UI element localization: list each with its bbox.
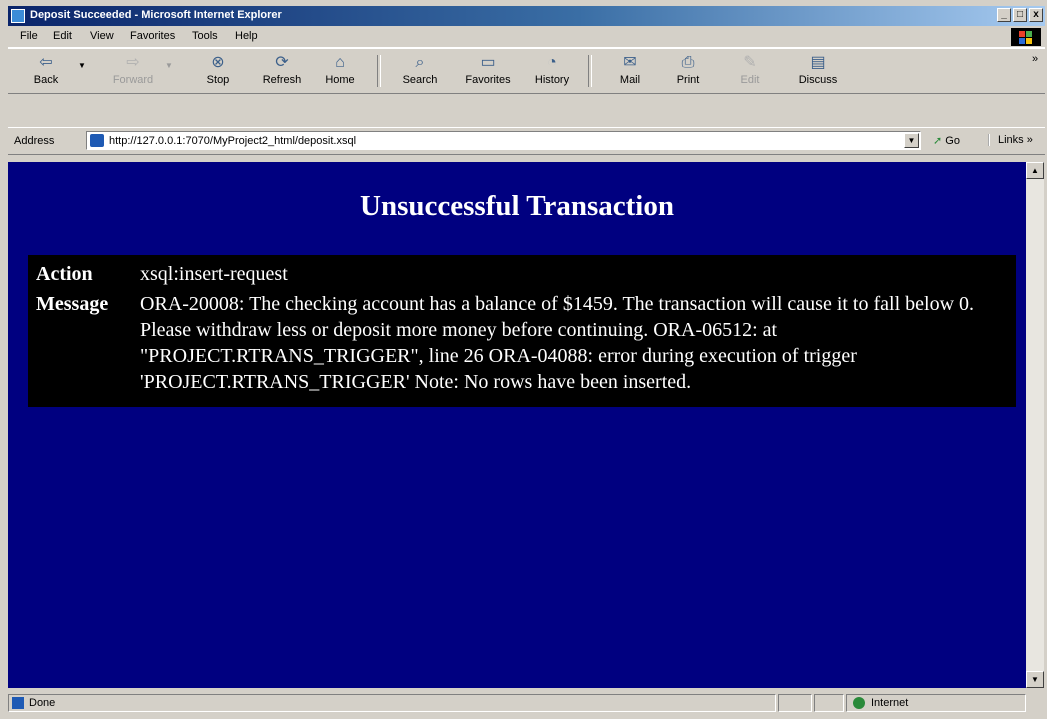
edit-icon: ✎	[743, 54, 757, 71]
row-value: ORA-20008: The checking account has a ba…	[140, 293, 975, 393]
edit-button: ✎ Edit	[720, 51, 780, 91]
status-text: Done	[29, 697, 56, 709]
standard-toolbar: ⇦ Back ▼ ⇨ Forward ▼ ⊗ Stop ⟳ Refresh ⌂ …	[8, 48, 1045, 94]
discuss-button[interactable]: ▤ Discuss	[788, 51, 848, 91]
globe-icon	[853, 697, 865, 709]
row-value: xsql:insert-request	[140, 263, 288, 285]
address-input[interactable]: http://127.0.0.1:7070/MyProject2_html/de…	[86, 131, 921, 150]
mail-icon: ✉	[623, 54, 637, 71]
status-bar: Done Internet	[8, 692, 1045, 714]
page-done-icon	[12, 697, 24, 709]
toolbar-separator	[588, 55, 592, 87]
back-button[interactable]: ⇦ Back	[16, 51, 76, 91]
home-icon: ⌂	[335, 54, 345, 71]
mail-button[interactable]: ✉ Mail	[600, 51, 660, 91]
refresh-button[interactable]: ⟳ Refresh	[252, 51, 312, 91]
refresh-icon: ⟳	[275, 54, 289, 71]
forward-dropdown-icon: ▼	[165, 61, 173, 70]
stop-button[interactable]: ⊗ Stop	[188, 51, 248, 91]
menu-view[interactable]: View	[90, 30, 114, 42]
scroll-up-icon[interactable]: ▲	[1026, 162, 1044, 179]
status-panel	[814, 694, 844, 712]
ie-icon	[11, 9, 25, 23]
maximize-button[interactable]: □	[1013, 8, 1027, 22]
page-icon	[90, 134, 104, 147]
address-dropdown-icon[interactable]: ▼	[904, 133, 919, 148]
links-button[interactable]: Links »	[988, 134, 1033, 146]
back-dropdown-icon[interactable]: ▼	[78, 61, 86, 70]
title-bar: Deposit Succeeded - Microsoft Internet E…	[8, 6, 1045, 26]
stop-label: Stop	[206, 74, 230, 86]
address-bar: Address http://127.0.0.1:7070/MyProject2…	[8, 127, 1045, 155]
search-label: Search	[402, 74, 438, 86]
table-row: Action xsql:insert-request	[36, 261, 1008, 287]
row-label: Action	[36, 263, 93, 285]
close-button[interactable]: x	[1029, 8, 1043, 22]
menu-favorites[interactable]: Favorites	[130, 30, 175, 42]
zone-label: Internet	[871, 697, 909, 709]
toolbar-overflow-icon[interactable]: »	[1032, 53, 1038, 65]
security-zone: Internet	[846, 694, 1026, 712]
print-label: Print	[676, 74, 700, 86]
result-table: Action xsql:insert-request Message ORA-2…	[28, 255, 1016, 407]
edit-label: Edit	[740, 74, 760, 86]
refresh-label: Refresh	[262, 74, 302, 86]
search-button[interactable]: ⌕ Search	[390, 51, 450, 91]
vertical-scrollbar[interactable]: ▲ ▼	[1026, 162, 1044, 688]
back-label: Back	[33, 74, 59, 86]
menu-help[interactable]: Help	[235, 30, 258, 42]
go-arrow-icon: ➚	[933, 135, 943, 147]
search-icon: ⌕	[415, 54, 425, 71]
print-button[interactable]: ⎙ Print	[658, 51, 718, 91]
home-label: Home	[325, 74, 355, 86]
window-title: Deposit Succeeded - Microsoft Internet E…	[30, 9, 282, 21]
discuss-icon: ▤	[810, 54, 826, 71]
mail-label: Mail	[619, 74, 641, 86]
address-url: http://127.0.0.1:7070/MyProject2_html/de…	[109, 135, 357, 147]
menu-bar: File Edit View Favorites Tools Help	[8, 27, 1045, 48]
page-heading: Unsuccessful Transaction	[360, 190, 674, 222]
back-arrow-icon: ⇦	[39, 54, 53, 71]
history-button[interactable]: ◔ History	[522, 51, 582, 91]
print-icon: ⎙	[681, 54, 695, 71]
favorites-button[interactable]: ▭ Favorites	[458, 51, 518, 91]
forward-button: ⇨ Forward	[103, 51, 163, 91]
windows-logo-icon	[1011, 28, 1041, 46]
menu-tools[interactable]: Tools	[192, 30, 218, 42]
stop-icon: ⊗	[211, 54, 225, 71]
minimize-button[interactable]: _	[997, 8, 1011, 22]
favorites-label: Favorites	[465, 74, 511, 86]
row-label: Message	[36, 293, 109, 315]
history-label: History	[534, 74, 570, 86]
table-row: Message ORA-20008: The checking account …	[36, 291, 1008, 395]
status-panel	[778, 694, 812, 712]
scroll-down-icon[interactable]: ▼	[1026, 671, 1044, 688]
address-label: Address	[14, 135, 55, 147]
go-button[interactable]: ➚ Go	[933, 134, 960, 147]
discuss-label: Discuss	[798, 74, 838, 86]
history-icon: ◔	[547, 54, 557, 71]
page-content: Unsuccessful Transaction Action xsql:ins…	[8, 162, 1026, 688]
forward-label: Forward	[112, 74, 154, 86]
browser-window: Deposit Succeeded - Microsoft Internet E…	[0, 0, 1047, 719]
status-text-panel: Done	[8, 694, 776, 712]
menu-edit[interactable]: Edit	[53, 30, 72, 42]
menu-file[interactable]: File	[20, 30, 38, 42]
favorites-icon: ▭	[480, 54, 496, 71]
go-label: Go	[945, 135, 960, 147]
home-button[interactable]: ⌂ Home	[310, 51, 370, 91]
forward-arrow-icon: ⇨	[126, 54, 140, 71]
toolbar-separator	[377, 55, 381, 87]
window-controls: _ □ x	[997, 8, 1043, 22]
